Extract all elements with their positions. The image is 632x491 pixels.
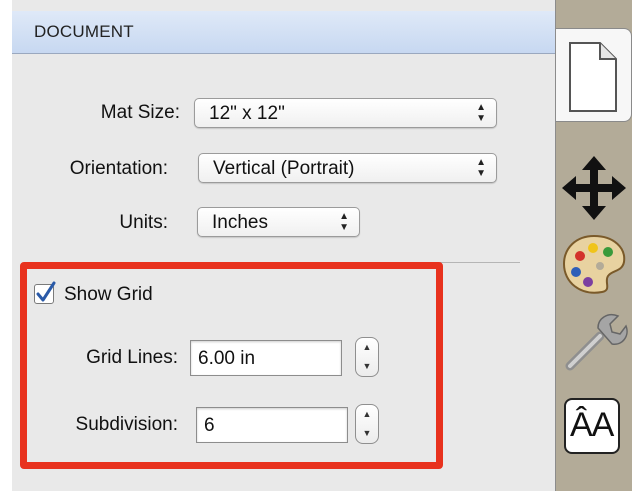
highlight-box bbox=[20, 262, 443, 469]
popup-arrows-icon: ▲ ▼ bbox=[476, 102, 486, 124]
units-label: Units: bbox=[119, 212, 168, 233]
wrench-icon bbox=[565, 314, 628, 371]
panel-title: DOCUMENT bbox=[34, 22, 134, 41]
orientation-label: Orientation: bbox=[69, 158, 168, 179]
units-select[interactable]: Inches ▲ ▼ bbox=[197, 207, 360, 237]
tab-tools[interactable] bbox=[556, 302, 632, 378]
units-value: Inches bbox=[212, 212, 268, 233]
mat-size-label: Mat Size: bbox=[100, 102, 180, 123]
document-panel: DOCUMENT Mat Size: 12" x 12" ▲ ▼ Orientat… bbox=[0, 0, 556, 491]
popup-arrows-icon: ▲ ▼ bbox=[339, 211, 349, 233]
tool-sidebar: ÂA bbox=[556, 0, 632, 491]
text-size-icon-label: ÂA bbox=[570, 406, 614, 444]
orientation-value: Vertical (Portrait) bbox=[213, 158, 355, 179]
palette-icon bbox=[562, 234, 626, 294]
tab-document[interactable] bbox=[556, 28, 632, 122]
mat-size-select[interactable]: 12" x 12" ▲ ▼ bbox=[194, 98, 497, 128]
document-icon bbox=[569, 42, 617, 112]
tab-move[interactable] bbox=[556, 150, 632, 226]
tab-color[interactable] bbox=[556, 226, 632, 302]
orientation-select[interactable]: Vertical (Portrait) ▲ ▼ bbox=[198, 153, 497, 183]
move-icon bbox=[562, 156, 626, 220]
popup-arrows-icon: ▲ ▼ bbox=[476, 157, 486, 179]
panel-header: DOCUMENT bbox=[12, 11, 555, 54]
tab-text[interactable]: ÂA bbox=[556, 392, 632, 462]
mat-size-value: 12" x 12" bbox=[209, 103, 285, 124]
window-edge bbox=[0, 0, 12, 491]
text-size-icon: ÂA bbox=[564, 398, 620, 454]
